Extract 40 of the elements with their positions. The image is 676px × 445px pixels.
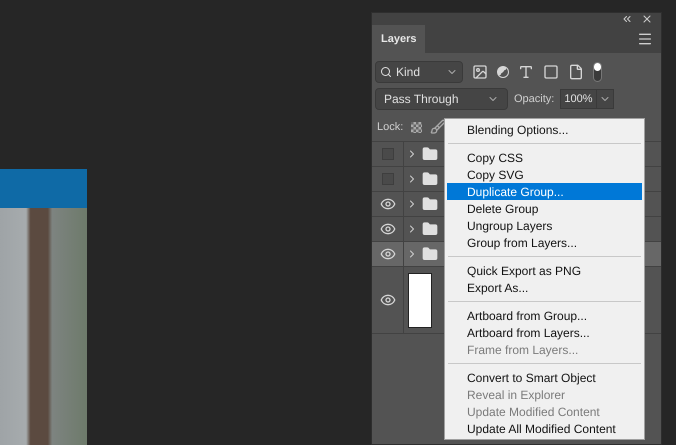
toggle-switch[interactable] [593, 62, 602, 82]
folder-icon [422, 221, 438, 237]
menu-item[interactable]: Group from Layers... [447, 234, 642, 251]
folder-icon [422, 246, 438, 262]
menu-item[interactable]: Artboard from Group... [447, 307, 642, 324]
document-icon[interactable] [568, 64, 584, 80]
menu-item[interactable]: Update All Modified Content [447, 420, 642, 437]
image-icon[interactable] [472, 64, 488, 80]
layer-thumbnail [408, 272, 432, 328]
folder-icon [422, 196, 438, 212]
eye-icon[interactable] [380, 221, 396, 237]
menu-item[interactable]: Quick Export as PNG [447, 262, 642, 279]
blend-mode-dropdown[interactable]: Pass Through [375, 88, 508, 110]
eye-icon[interactable] [380, 292, 396, 308]
folder-icon [422, 146, 438, 162]
menu-item[interactable]: Copy SVG [447, 166, 642, 183]
checker-icon[interactable] [411, 122, 422, 132]
opacity-label: Opacity: [514, 92, 554, 107]
type-icon[interactable] [518, 64, 534, 80]
folder-icon [422, 171, 438, 187]
menu-item[interactable]: Blending Options... [447, 121, 642, 138]
menu-item[interactable]: Artboard from Layers... [447, 324, 642, 341]
eye-icon[interactable] [380, 196, 396, 212]
menu-item[interactable]: Convert to Smart Object [447, 369, 642, 386]
square-icon[interactable] [543, 64, 559, 80]
menu-item[interactable]: Export As... [447, 279, 642, 296]
layers-tab[interactable]: Layers [372, 25, 426, 53]
eye-icon[interactable] [380, 246, 396, 262]
collapse-icon[interactable] [621, 13, 633, 25]
lock-label: Lock: [377, 120, 404, 135]
menu-item[interactable]: Copy CSS [447, 149, 642, 166]
search-icon [380, 66, 392, 78]
brush-icon[interactable] [430, 119, 446, 135]
close-icon[interactable] [641, 13, 653, 25]
opacity-field[interactable]: 100% [560, 89, 614, 109]
menu-item[interactable]: Delete Group [447, 200, 642, 217]
filter-dropdown[interactable]: Kind [375, 61, 463, 83]
menu-item[interactable]: Ungroup Layers [447, 217, 642, 234]
menu-icon[interactable] [637, 31, 653, 47]
menu-item[interactable]: Duplicate Group... [447, 183, 642, 200]
